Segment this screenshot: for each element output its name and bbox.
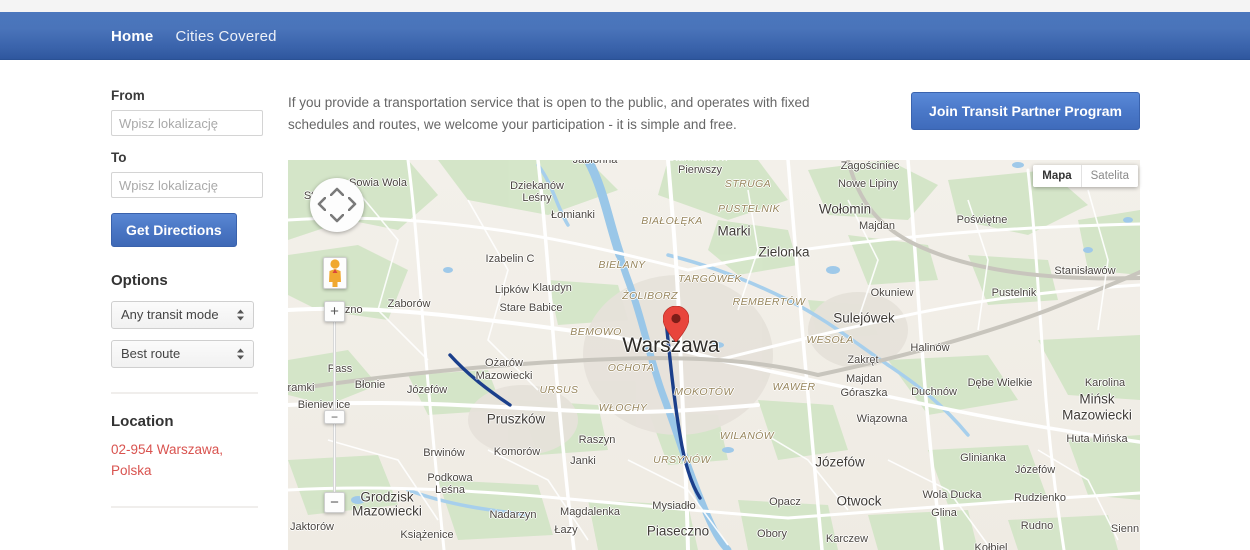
sidebar-divider-bottom xyxy=(111,506,258,509)
map-type-switcher: Mapa Satelita xyxy=(1033,165,1138,187)
intro-paragraph: If you provide a transportation service … xyxy=(288,95,810,132)
join-transit-partner-program-button[interactable]: Join Transit Partner Program xyxy=(911,92,1140,130)
zoom-slider-handle[interactable]: − xyxy=(324,410,345,424)
map-type-mapa-button[interactable]: Mapa xyxy=(1033,165,1081,187)
navbar: Home Cities Covered xyxy=(0,12,1250,60)
to-input[interactable] xyxy=(111,172,263,199)
map-container[interactable]: JabłonnaStanisławówPierwszyZagościniecSo… xyxy=(288,160,1140,550)
zoom-in-button[interactable]: + xyxy=(324,301,345,322)
nav-item-cities-covered[interactable]: Cities Covered xyxy=(175,29,276,44)
to-label: To xyxy=(111,150,127,166)
pan-down-icon[interactable] xyxy=(329,212,345,225)
location-title: Location xyxy=(111,413,174,431)
transit-mode-value: Any transit mode xyxy=(121,307,219,323)
nav-item-home[interactable]: Home xyxy=(111,29,153,44)
pan-up-icon[interactable] xyxy=(329,185,345,198)
sidebar: From To Get Directions Options Any trans… xyxy=(111,88,271,509)
zoom-out-button[interactable]: − xyxy=(324,492,345,513)
route-preference-select[interactable]: Best route xyxy=(111,340,254,369)
map-pan-control[interactable] xyxy=(310,178,364,232)
pan-left-icon[interactable] xyxy=(317,196,327,213)
location-address: 02-954 Warszawa, Polska xyxy=(111,442,224,479)
nav-links: Home Cities Covered xyxy=(111,12,277,60)
pan-right-icon[interactable] xyxy=(347,196,357,213)
get-directions-button[interactable]: Get Directions xyxy=(111,213,237,248)
chevron-updown-icon xyxy=(237,309,244,321)
route-preference-value: Best route xyxy=(121,346,181,362)
from-label: From xyxy=(111,88,145,103)
chevron-updown-icon xyxy=(237,348,244,360)
map-tiles xyxy=(288,160,1140,550)
sidebar-divider-top xyxy=(111,392,258,395)
map-type-satelita-button[interactable]: Satelita xyxy=(1080,165,1138,187)
page-root: Home Cities Covered From To Get Directio… xyxy=(0,0,1250,550)
from-input[interactable] xyxy=(111,110,263,137)
options-title: Options xyxy=(111,272,168,290)
transit-mode-select[interactable]: Any transit mode xyxy=(111,301,254,330)
pegman-streetview-icon[interactable] xyxy=(323,257,347,289)
top-strip xyxy=(0,0,1250,12)
